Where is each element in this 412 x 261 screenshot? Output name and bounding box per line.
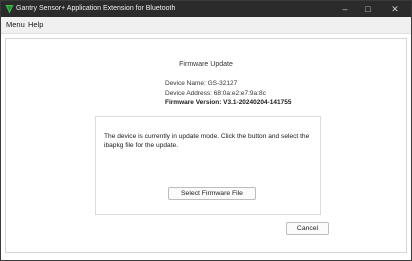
page-title: Firmware Update <box>179 61 233 68</box>
main-content: Firmware Update Device Name: GS-32127 De… <box>5 38 407 253</box>
maximize-icon: □ <box>365 4 371 14</box>
menu-item-menu[interactable]: Menu <box>6 20 25 30</box>
cancel-button[interactable]: Cancel <box>286 222 329 235</box>
minimize-button[interactable]: – <box>334 1 356 17</box>
close-icon: ✕ <box>391 3 399 14</box>
close-button[interactable]: ✕ <box>384 1 406 17</box>
title-bar[interactable]: Gantry Sensor+ Application Extension for… <box>1 1 411 17</box>
device-name: Device Name: GS-32127 <box>165 80 238 87</box>
select-firmware-file-button[interactable]: Select Firmware File <box>168 187 256 200</box>
minimize-icon: – <box>342 4 348 14</box>
menu-bar: Menu Help <box>1 17 411 34</box>
app-logo-icon <box>5 5 14 14</box>
app-window: Gantry Sensor+ Application Extension for… <box>0 0 412 261</box>
window-title: Gantry Sensor+ Application Extension for… <box>16 5 176 12</box>
menu-item-help[interactable]: Help <box>28 20 43 30</box>
maximize-button[interactable]: □ <box>357 1 379 17</box>
device-address: Device Address: 68:0a:e2:e7:9a:8c <box>165 89 266 97</box>
update-instructions: The device is currently in update mode. … <box>104 133 310 149</box>
device-info: Device Name: GS-32127 Device Address: 68… <box>165 79 291 108</box>
firmware-version: Firmware Version: V3.1-20240204-141755 <box>165 99 292 106</box>
update-panel: The device is currently in update mode. … <box>95 116 321 215</box>
